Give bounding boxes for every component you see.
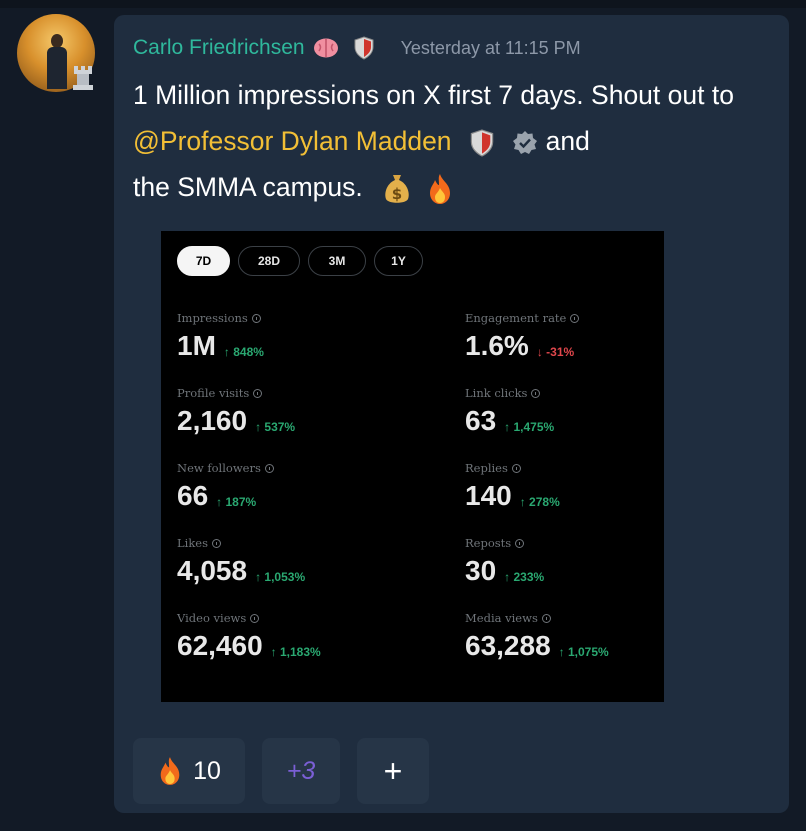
fire-icon bbox=[160, 757, 180, 785]
metric-value: 1M bbox=[177, 330, 216, 361]
info-icon bbox=[212, 538, 221, 548]
metric-label: Engagement rate bbox=[465, 311, 580, 325]
metric-profile-visits: 2,160 ↑ 537% bbox=[177, 406, 295, 436]
mention-link[interactable]: @Professor Dylan Madden bbox=[133, 126, 452, 156]
metric-likes: 4,058 ↑ 1,053% bbox=[177, 556, 305, 586]
plus-icon: + bbox=[383, 752, 403, 789]
info-icon bbox=[515, 538, 525, 548]
message-header: Carlo Friedrichsen Yesterday at 11:15 PM bbox=[133, 34, 581, 62]
metric-change: ↑ 1,075% bbox=[558, 645, 609, 659]
metric-change: ↑ 537% bbox=[255, 420, 296, 434]
metric-label: Profile visits bbox=[177, 386, 263, 400]
more-reactions-button[interactable]: +3 bbox=[262, 738, 340, 804]
fire-icon bbox=[429, 174, 450, 204]
top-edge bbox=[0, 0, 806, 8]
metric-change: ↑ 233% bbox=[504, 570, 545, 584]
info-icon bbox=[511, 463, 521, 473]
message-body: 1 Million impressions on X first 7 days.… bbox=[133, 72, 773, 210]
metric-label: Media views bbox=[465, 611, 551, 625]
metric-value: 62,460 bbox=[177, 630, 263, 661]
metric-link-clicks: 63 ↑ 1,475% bbox=[465, 406, 554, 436]
metric-label: Link clicks bbox=[465, 386, 541, 400]
info-icon bbox=[253, 388, 263, 398]
metric-reposts: 30 ↑ 233% bbox=[465, 556, 544, 586]
verified-badge-icon bbox=[513, 131, 538, 154]
metric-value: 63,288 bbox=[465, 630, 551, 661]
info-icon bbox=[264, 463, 274, 473]
metric-value: 66 bbox=[177, 480, 209, 511]
metric-change: ↑ 278% bbox=[519, 495, 560, 509]
tab-1y[interactable]: 1Y bbox=[374, 246, 423, 276]
metric-video-views: 62,460 ↑ 1,183% bbox=[177, 631, 321, 661]
shield-icon bbox=[354, 36, 374, 60]
metric-label: Likes bbox=[177, 536, 221, 550]
analytics-screenshot[interactable]: 7D 28D 3M 1Y Impressions 1M ↑ 848% Engag… bbox=[161, 231, 664, 702]
brain-icon bbox=[313, 38, 338, 58]
metric-value: 4,058 bbox=[177, 555, 248, 586]
money-bag-icon: $ bbox=[385, 175, 409, 203]
info-icon bbox=[531, 388, 541, 398]
message-text-part3: the SMMA campus. bbox=[133, 172, 363, 202]
metric-change: ↑ 848% bbox=[223, 345, 264, 359]
metric-label: New followers bbox=[177, 461, 274, 475]
reaction-fire-button[interactable]: 10 bbox=[133, 738, 245, 804]
metric-engagement-rate: 1.6% ↓ -31% bbox=[465, 331, 574, 361]
metric-label: Video views bbox=[177, 611, 260, 625]
metric-change: ↑ 1,053% bbox=[255, 570, 306, 584]
rook-badge-icon bbox=[73, 66, 93, 90]
metric-value: 63 bbox=[465, 405, 497, 436]
metric-change: ↑ 1,475% bbox=[504, 420, 555, 434]
metric-media-views: 63,288 ↑ 1,075% bbox=[465, 631, 609, 661]
metric-value: 140 bbox=[465, 480, 512, 511]
info-icon bbox=[541, 613, 551, 623]
tab-7d[interactable]: 7D bbox=[177, 246, 230, 276]
metric-new-followers: 66 ↑ 187% bbox=[177, 481, 256, 511]
metric-change: ↑ 1,183% bbox=[270, 645, 321, 659]
timestamp: Yesterday at 11:15 PM bbox=[400, 37, 581, 58]
info-icon bbox=[250, 613, 260, 623]
message-text-part1: 1 Million impressions on X first 7 days.… bbox=[133, 80, 734, 110]
metric-value: 2,160 bbox=[177, 405, 248, 436]
metric-value: 1.6% bbox=[465, 330, 529, 361]
avatar-figure-head bbox=[51, 34, 63, 48]
username[interactable]: Carlo Friedrichsen bbox=[133, 36, 305, 60]
metric-label: Impressions bbox=[177, 311, 261, 325]
info-icon bbox=[251, 313, 261, 323]
metric-replies: 140 ↑ 278% bbox=[465, 481, 560, 511]
message-text-part2: and bbox=[538, 126, 590, 156]
metric-label: Replies bbox=[465, 461, 521, 475]
reaction-count: 10 bbox=[193, 756, 221, 785]
metric-label: Reposts bbox=[465, 536, 525, 550]
metric-change: ↓ -31% bbox=[536, 345, 575, 359]
avatar-figure-body bbox=[47, 47, 67, 89]
add-reaction-button[interactable]: + bbox=[357, 738, 429, 804]
svg-text:$: $ bbox=[392, 185, 402, 203]
info-icon bbox=[570, 313, 580, 323]
metric-value: 30 bbox=[465, 555, 497, 586]
mention-shield-icon bbox=[470, 129, 494, 157]
more-reactions-count: +3 bbox=[286, 756, 316, 785]
tab-28d[interactable]: 28D bbox=[238, 246, 300, 276]
metric-change: ↑ 187% bbox=[216, 495, 257, 509]
metric-impressions: 1M ↑ 848% bbox=[177, 331, 264, 361]
tab-3m[interactable]: 3M bbox=[308, 246, 366, 276]
